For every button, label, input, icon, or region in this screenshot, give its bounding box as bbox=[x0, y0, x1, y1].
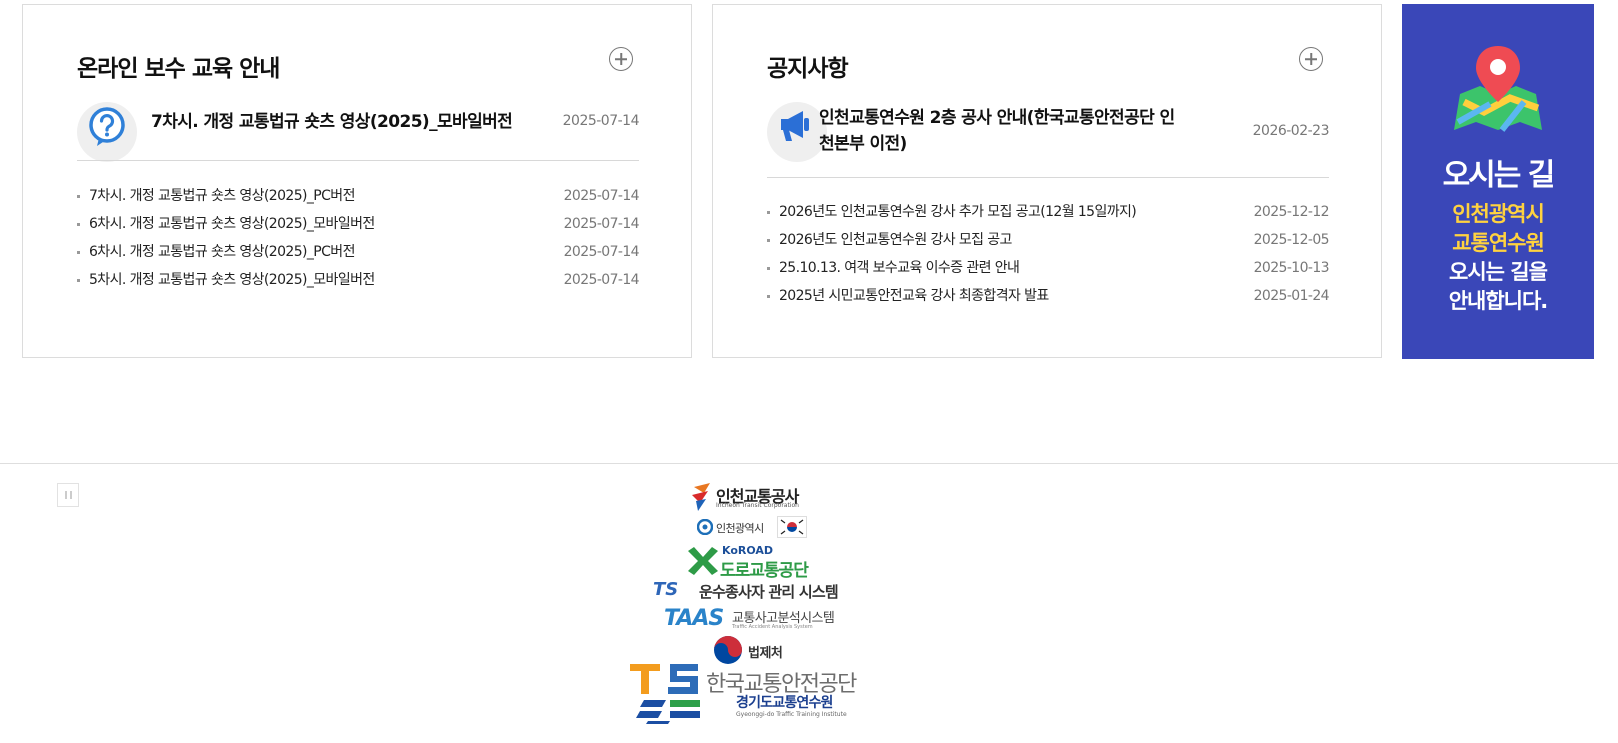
korea-flag-icon bbox=[777, 516, 807, 538]
list-item[interactable]: 2025년 시민교통안전교육 강사 최종합격자 발표 2025-01-24 bbox=[767, 282, 1330, 310]
logo-text: 도로교통공단 bbox=[720, 561, 809, 581]
logo-brand: TS bbox=[653, 579, 679, 600]
featured-post-title[interactable]: 인천교통연수원 2층 공사 안내(한국교통안전공단 인천본부 이전) bbox=[819, 105, 1179, 157]
footer-divider bbox=[0, 463, 1618, 464]
panel-title: 온라인 보수 교육 안내 bbox=[77, 56, 280, 82]
map-pin-icon bbox=[1450, 42, 1546, 142]
more-button[interactable] bbox=[1299, 47, 1323, 71]
directions-line: 인천광역시 bbox=[1452, 202, 1545, 226]
directions-line: 오시는 길을 bbox=[1449, 260, 1548, 284]
taegeuk-icon bbox=[714, 636, 742, 664]
directions-line: 안내합니다. bbox=[1448, 289, 1549, 313]
list-item[interactable]: 5차시. 개정 교통법규 숏츠 영상(2025)_모바일버전 2025-07-14 bbox=[77, 266, 640, 294]
panel-title: 공지사항 bbox=[767, 56, 849, 82]
more-button[interactable] bbox=[609, 47, 633, 71]
directions-banner[interactable]: 오시는 길 인천광역시 교통연수원 오시는 길을 안내합니다. bbox=[1402, 4, 1594, 359]
directions-title: 오시는 길 bbox=[1442, 158, 1556, 193]
logo-brand: TAAS bbox=[664, 606, 724, 631]
logo-subtext: Incheon Transit Corporation bbox=[716, 502, 799, 509]
list-item[interactable]: 7차시. 개정 교통법규 숏츠 영상(2025)_PC버전 2025-07-14 bbox=[77, 182, 640, 210]
logo-moleg[interactable]: 법제처 bbox=[713, 635, 803, 665]
featured-post-date: 2025-07-14 bbox=[562, 113, 640, 129]
list-item[interactable]: 2026년도 인천교통연수원 강사 추가 모집 공고(12월 15일까지) 202… bbox=[767, 198, 1330, 226]
list-item[interactable]: 25.10.13. 여객 보수교육 이수증 관련 안내 2025-10-13 bbox=[767, 254, 1330, 282]
post-list: 2026년도 인천교통연수원 강사 추가 모집 공고(12월 15일까지) 202… bbox=[767, 198, 1330, 310]
pause-button[interactable] bbox=[57, 483, 79, 507]
logo-text: 인천광역시 bbox=[716, 522, 764, 535]
online-training-panel: 온라인 보수 교육 안내 7차시. 개정 교통법규 숏츠 영상(2025)_모바… bbox=[22, 4, 692, 358]
directions-description: 인천광역시 교통연수원 오시는 길을 안내합니다. bbox=[1402, 200, 1594, 316]
logo-text: 법제처 bbox=[748, 646, 783, 661]
directions-line: 교통연수원 bbox=[1452, 231, 1545, 255]
logo-ts-gyeonggi-institute[interactable]: 한국교통안전공단 경기도교통연수원 Gyeonggi-do Traffic Tr… bbox=[630, 662, 880, 724]
featured-post-date: 2026-02-23 bbox=[1252, 123, 1330, 139]
divider bbox=[767, 177, 1329, 178]
logo-text: 운수종사자 관리 시스템 bbox=[699, 583, 839, 601]
post-list: 7차시. 개정 교통법규 숏츠 영상(2025)_PC버전 2025-07-14 … bbox=[77, 182, 640, 294]
list-item[interactable]: 6차시. 개정 교통법규 숏츠 영상(2025)_PC버전 2025-07-14 bbox=[77, 238, 640, 266]
logo-ts-driver-system[interactable]: TS 운수종사자 관리 시스템 bbox=[653, 579, 863, 601]
logo-taas[interactable]: TAAS 교통사고분석시스템 Traffic Accident Analysis… bbox=[664, 606, 854, 634]
list-item[interactable]: 6차시. 개정 교통법규 숏츠 영상(2025)_모바일버전 2025-07-14 bbox=[77, 210, 640, 238]
question-icon bbox=[77, 102, 137, 162]
logo-subtext: Traffic Accident Analysis System bbox=[732, 624, 813, 630]
logo-text-secondary: 경기도교통연수원 bbox=[736, 695, 833, 711]
logo-incheon-city[interactable]: 인천광역시 bbox=[697, 516, 809, 540]
logo-incheon-transit[interactable]: 인천교통공사 Incheon Transit Corporation bbox=[690, 483, 820, 513]
logo-subtext: Gyeonggi-do Traffic Training Institute bbox=[736, 711, 847, 718]
divider bbox=[77, 160, 639, 161]
featured-post-title[interactable]: 7차시. 개정 교통법규 숏츠 영상(2025)_모바일버전 bbox=[151, 109, 513, 135]
logo-koroad[interactable]: KoROAD 도로교통공단 bbox=[688, 544, 823, 581]
notice-panel: 공지사항 인천교통연수원 2층 공사 안내(한국교통안전공단 인천본부 이전) … bbox=[712, 4, 1382, 358]
list-item[interactable]: 2026년도 인천교통연수원 강사 모집 공고 2025-12-05 bbox=[767, 226, 1330, 254]
megaphone-icon bbox=[767, 102, 827, 162]
